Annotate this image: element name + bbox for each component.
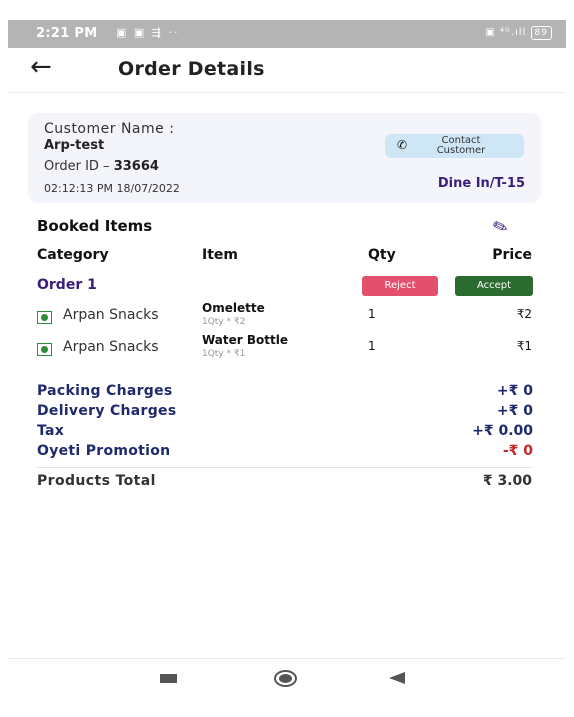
booked-items-title: Booked Items: [37, 217, 153, 235]
item-name: Omelette: [202, 301, 265, 315]
products-total-value: ₹ 3.00: [482, 473, 532, 489]
products-total-label: Products Total: [37, 473, 156, 489]
dine-in-table: Dine In/T-15: [437, 176, 525, 191]
status-time: 2:21 PM: [36, 26, 98, 41]
back-icon[interactable]: [389, 672, 405, 684]
packing-charges-label: Packing Charges: [37, 383, 173, 399]
delivery-charges-value: +₹ 0: [496, 403, 533, 419]
customer-name-label: Customer Name :: [44, 121, 175, 137]
system-nav-bar: [8, 658, 566, 699]
item-vendor: Arpan Snacks: [63, 307, 159, 323]
page-title: Order Details: [118, 58, 265, 80]
arrow-left-icon[interactable]: ←: [30, 52, 52, 82]
network-icon: ▣ ⁴ᴳ.ıll: [485, 27, 527, 38]
reject-button[interactable]: Reject: [362, 276, 438, 296]
contact-customer-button[interactable]: ✆ Contact Customer: [385, 134, 524, 158]
contact-customer-label: Contact Customer: [431, 136, 491, 156]
home-icon[interactable]: [274, 670, 297, 687]
app-bar: ← Order Details: [8, 48, 566, 93]
packing-charges-value: +₹ 0: [496, 383, 533, 399]
item-vendor: Arpan Snacks: [63, 339, 159, 355]
tax-row: Tax +₹ 0.00: [37, 423, 533, 443]
notification-icons: ▣ ▣ ⇶ ··: [116, 26, 180, 39]
status-bar: 2:21 PM ▣ ▣ ⇶ ·· ▣ ⁴ᴳ.ıll 89: [8, 20, 566, 48]
header-price: Price: [492, 247, 532, 263]
contact-line2: Customer: [436, 145, 486, 156]
packing-charges-row: Packing Charges +₹ 0: [37, 383, 533, 403]
signal-icons: ▣ ⁴ᴳ.ıll 89: [485, 26, 552, 40]
delivery-charges-label: Delivery Charges: [37, 403, 177, 419]
order-datetime: 02:12:13 PM 18/07/2022: [44, 182, 180, 195]
list-item: Arpan Snacks Omelette 1Qty * ₹2 1 ₹2: [0, 301, 574, 335]
item-subtext: 1Qty * ₹2: [202, 317, 246, 327]
phone-icon: ✆: [397, 138, 408, 152]
promotion-row: Oyeti Promotion -₹ 0: [37, 443, 533, 463]
accept-button[interactable]: Accept: [455, 276, 533, 296]
divider: [37, 467, 533, 468]
item-subtext: 1Qty * ₹1: [202, 349, 246, 359]
recents-icon[interactable]: [160, 674, 177, 683]
veg-icon: [37, 343, 52, 356]
tax-value: +₹ 0.00: [472, 423, 533, 439]
promotion-label: Oyeti Promotion: [37, 443, 171, 459]
order-label: Order 1: [37, 277, 97, 293]
order-id-value: 33664: [113, 159, 159, 174]
edit-icon[interactable]: ✎: [490, 215, 511, 240]
item-name: Water Bottle: [202, 333, 288, 347]
item-price: ₹2: [516, 307, 532, 321]
item-qty: 1: [368, 307, 376, 321]
order-id: Order ID – 33664: [44, 159, 159, 174]
delivery-charges-row: Delivery Charges +₹ 0: [37, 403, 533, 423]
list-item: Arpan Snacks Water Bottle 1Qty * ₹1 1 ₹1: [0, 333, 574, 367]
item-qty: 1: [368, 339, 376, 353]
promotion-value: -₹ 0: [502, 443, 533, 459]
battery-icon: 89: [530, 26, 552, 40]
header-item: Item: [202, 247, 238, 263]
customer-name: Arp-test: [44, 138, 105, 153]
order-id-label: Order ID –: [44, 159, 114, 174]
header-category: Category: [37, 247, 109, 263]
header-qty: Qty: [368, 247, 396, 263]
veg-icon: [37, 311, 52, 324]
tax-label: Tax: [37, 423, 65, 439]
item-price: ₹1: [516, 339, 532, 353]
customer-card: Customer Name : Arp-test Order ID – 3366…: [28, 113, 541, 203]
